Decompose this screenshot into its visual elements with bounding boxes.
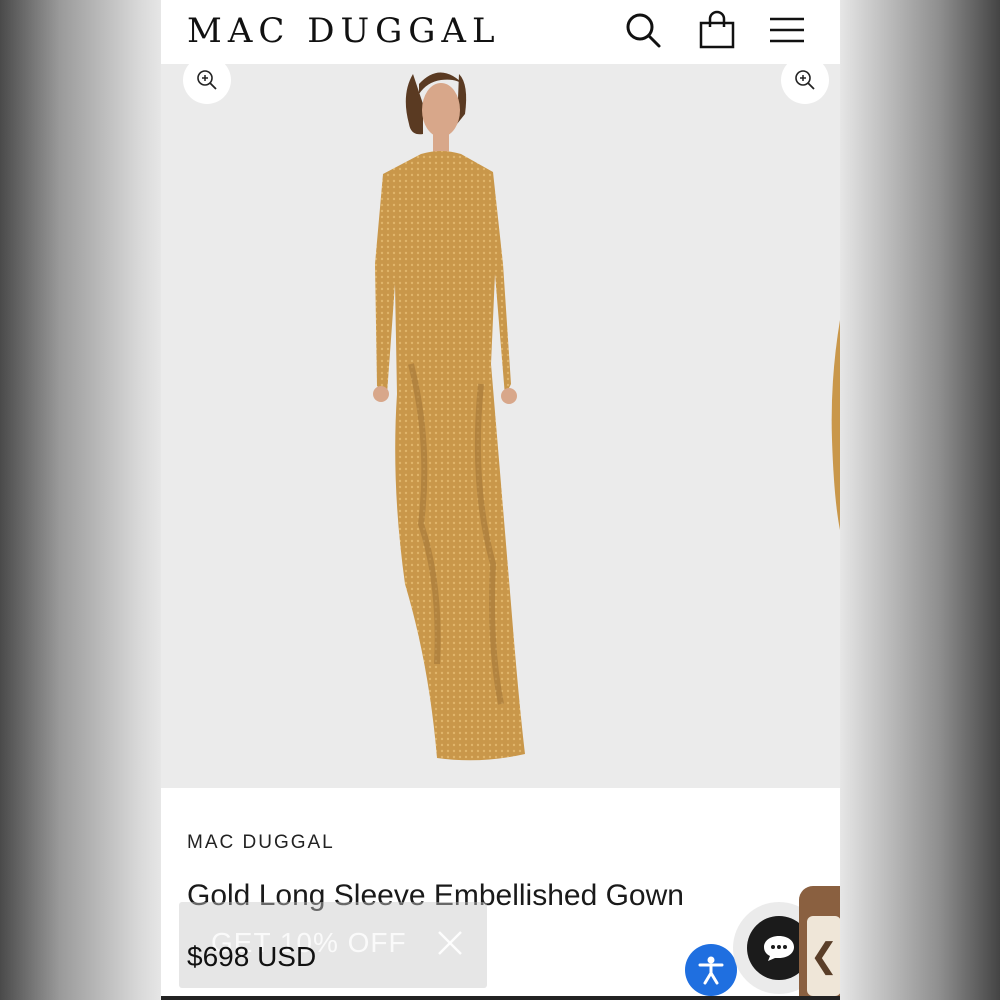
zoom-in-icon[interactable]: [183, 64, 231, 104]
search-icon[interactable]: [623, 10, 663, 50]
site-logo[interactable]: MAC DUGGAL: [187, 10, 501, 52]
zoom-in-icon[interactable]: [781, 64, 829, 104]
next-image-preview[interactable]: [824, 320, 840, 530]
close-icon[interactable]: [435, 928, 465, 958]
product-info: MAC DUGGAL Gold Long Sleeve Embellished …: [161, 788, 840, 1000]
product-price: $698 USD: [187, 941, 317, 972]
accessibility-icon[interactable]: [685, 944, 737, 996]
product-brand[interactable]: MAC DUGGAL: [187, 832, 335, 854]
side-drawer-tab[interactable]: ❮: [799, 886, 840, 1000]
shopping-bag-icon[interactable]: [697, 10, 737, 50]
product-page: MAC DUGGAL MAC DUGGAL Gold Long Sleeve E…: [161, 0, 840, 1000]
gold-gown-model-image: [373, 72, 525, 761]
site-header: MAC DUGGAL: [161, 0, 840, 64]
chevron-left-icon[interactable]: ❮: [807, 916, 840, 996]
menu-icon[interactable]: [767, 10, 807, 50]
bottom-edge-bar: [161, 996, 840, 1000]
product-image-gallery[interactable]: [161, 64, 840, 788]
